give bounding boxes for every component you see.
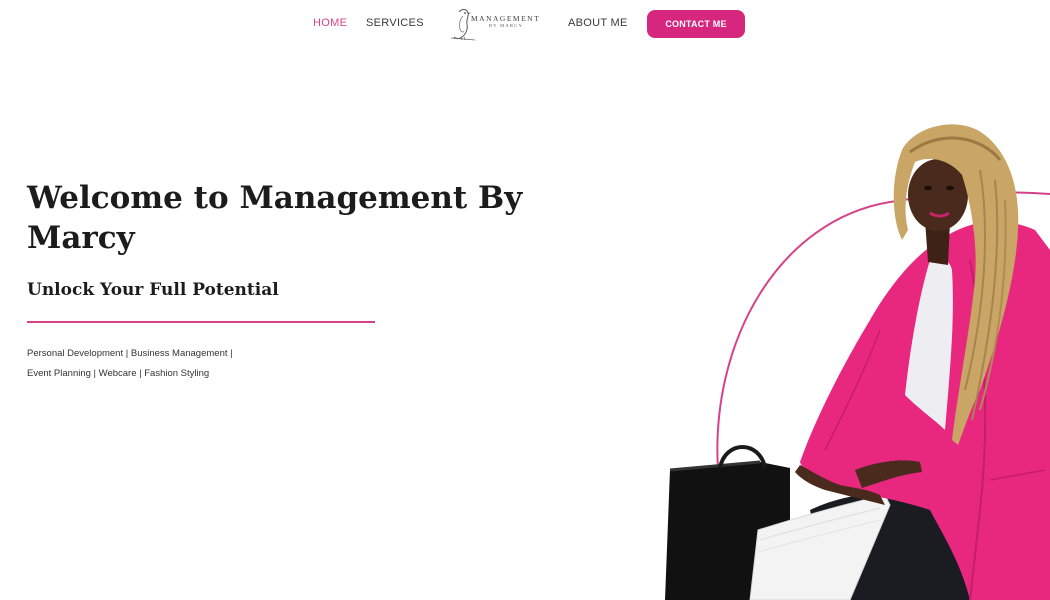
site-logo[interactable]: MANAGEMENT BY MARCY (449, 6, 541, 42)
hero-subtitle: Unlock Your Full Potential (27, 280, 279, 300)
nav-about-link[interactable]: ABOUT ME (568, 17, 628, 29)
services-tagline-line2: Event Planning | Webcare | Fashion Styli… (27, 368, 210, 379)
contact-me-button[interactable]: CONTACT ME (647, 10, 745, 38)
nav-services-link[interactable]: SERVICES (366, 17, 424, 29)
hero-image (665, 124, 1050, 600)
hero-title: Welcome to Management By Marcy (27, 180, 523, 256)
top-nav: HOME SERVICES MANAGEMENT BY MARCY ABOUT … (0, 0, 1050, 50)
logo-subtext: BY MARCY (489, 23, 524, 28)
nav-home-link[interactable]: HOME (313, 17, 347, 29)
hero-divider (27, 321, 375, 323)
bird-logo-icon (450, 9, 476, 41)
logo-text: MANAGEMENT (471, 14, 541, 23)
services-tagline-line1: Personal Development | Business Manageme… (27, 348, 233, 359)
